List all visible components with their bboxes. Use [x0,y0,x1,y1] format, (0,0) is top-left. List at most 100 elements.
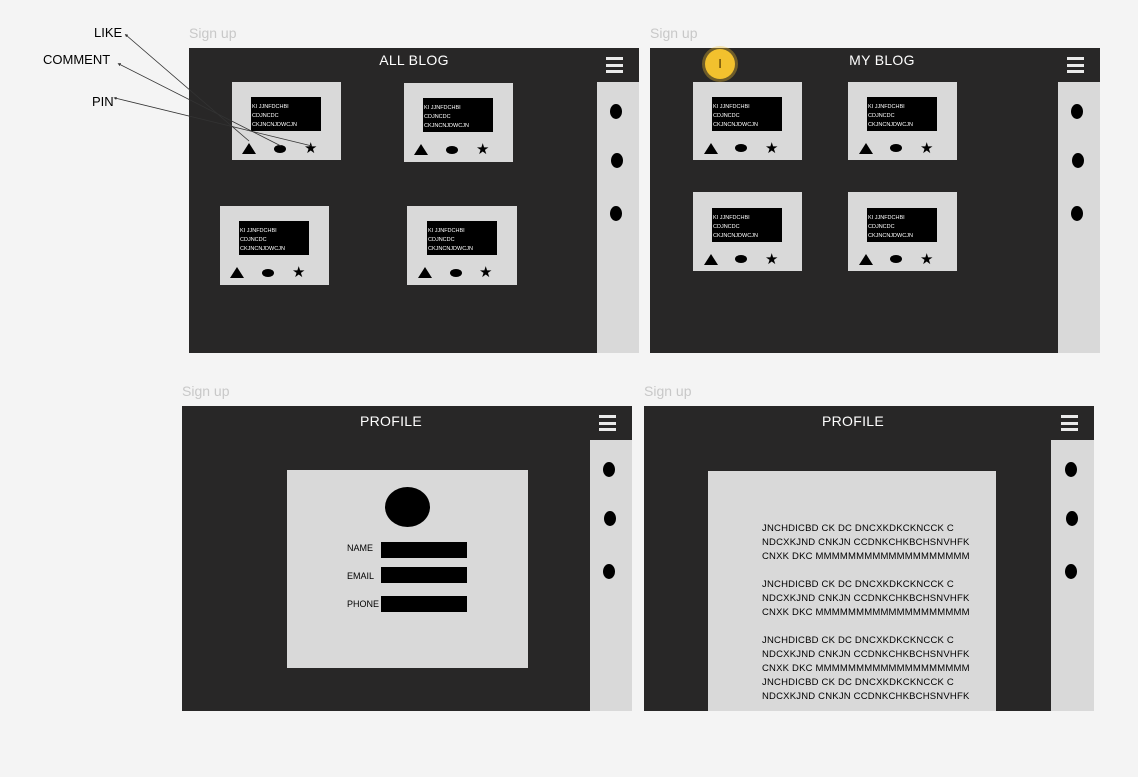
hamburger-menu-icon[interactable] [606,57,623,73]
blog-card[interactable]: KI JJNFDCHBI CDJNCDC CKJNCNJDWCJN ★ [693,82,802,160]
like-triangle-icon[interactable] [242,143,256,154]
blog-card[interactable]: KI JJNFDCHBI CDJNCDC CKJNCNJDWCJN ★ [848,192,957,271]
like-triangle-icon[interactable] [859,254,873,265]
blog-card[interactable]: KI JJNFDCHBI CDJNCDC CKJNCNJDWCJN ★ [693,192,802,271]
profile-text-line: NDCXKJND CNKJN CCDNKCHKBCHSNVHFK [762,593,970,604]
blog-card[interactable]: KI JJNFDCHBI CDJNCDC CKJNCNJDWCJN ★ [232,82,341,160]
email-field[interactable] [381,567,467,583]
comment-ellipse-icon[interactable] [446,146,458,154]
comment-ellipse-icon[interactable] [450,269,462,277]
blog-card[interactable]: KI JJNFDCHBI CDJNCDC CKJNCNJDWCJN ★ [407,206,517,285]
card-text-line: CDJNCDC [868,224,895,230]
annotation-comment: COMMENT [43,52,111,67]
card-text-line: KI JJNFDCHBI [240,228,277,234]
card-preview: KI JJNFDCHBI CDJNCDC CKJNCNJDWCJN [712,208,782,242]
name-label: NAME [347,543,374,553]
sidebar-dot-icon[interactable] [1065,564,1077,579]
sidebar-dot-icon[interactable] [1066,511,1078,526]
like-triangle-icon[interactable] [704,143,718,154]
sidebar-dot-icon[interactable] [1065,462,1077,477]
card-text-line: KI JJNFDCHBI [713,215,750,221]
profile-text-line: JNCHDICBD CK DC DNCXKDKCKNCCK C [762,677,954,688]
pin-star-icon[interactable]: ★ [920,141,933,156]
frame-my-blog: MY BLOG KI JJNFDCHBI CDJNCDC CKJNCNJDWCJ… [650,48,1100,353]
card-text-line: KI JJNFDCHBI [252,104,289,110]
profile-text-line: NDCXKJND CNKJN CCDNKCHKBCHSNVHFK [762,537,970,548]
comment-ellipse-icon[interactable] [735,144,747,152]
phone-field[interactable] [381,596,467,612]
sidebar-dot-icon[interactable] [1071,206,1083,221]
comment-ellipse-icon[interactable] [262,269,274,277]
frame-all-blog: ALL BLOG KI JJNFDCHBI CDJNCDC CKJNCNJDWC… [189,48,639,353]
card-preview: KI JJNFDCHBI CDJNCDC CKJNCNJDWCJN [427,221,497,255]
comment-ellipse-icon[interactable] [890,144,902,152]
card-preview: KI JJNFDCHBI CDJNCDC CKJNCNJDWCJN [251,97,321,131]
card-text-line: CDJNCDC [713,113,740,119]
card-text-line: CDJNCDC [240,237,267,243]
like-triangle-icon[interactable] [418,267,432,278]
comment-badge[interactable]: I [705,49,735,79]
sidebar-dot-icon[interactable] [610,104,622,119]
profile-text-line: CNXK DKC MMMMMMMMMMMMMMMMMMM [762,551,970,562]
card-preview: KI JJNFDCHBI CDJNCDC CKJNCNJDWCJN [867,97,937,131]
frame-label-my-blog: Sign up [650,25,698,41]
pin-star-icon[interactable]: ★ [479,265,492,280]
like-triangle-icon[interactable] [704,254,718,265]
sidebar-dot-icon[interactable] [1072,153,1084,168]
phone-label: PHONE [347,599,380,609]
pin-star-icon[interactable]: ★ [765,141,778,156]
hamburger-menu-icon[interactable] [1061,415,1078,431]
pin-star-icon[interactable]: ★ [765,252,778,267]
sidebar [1051,440,1094,711]
pin-star-icon[interactable]: ★ [476,142,489,157]
like-triangle-icon[interactable] [859,143,873,154]
sidebar-dot-icon[interactable] [611,153,623,168]
pin-star-icon[interactable]: ★ [304,141,317,156]
sidebar-dot-icon[interactable] [610,206,622,221]
comment-ellipse-icon[interactable] [890,255,902,263]
sidebar-dot-icon[interactable] [603,564,615,579]
annotation-pin: PIN [92,94,114,109]
card-text-line: CDJNCDC [428,237,455,243]
profile-text-line: NDCXKJND CNKJN CCDNKCHKBCHSNVHFK [762,691,970,702]
blog-card[interactable]: KI JJNFDCHBI CDJNCDC CKJNCNJDWCJN ★ [848,82,957,160]
card-text-line: KI JJNFDCHBI [868,104,905,110]
frame-label-profile-form: Sign up [182,383,230,399]
sidebar-dot-icon[interactable] [1071,104,1083,119]
like-triangle-icon[interactable] [414,144,428,155]
blog-card[interactable]: KI JJNFDCHBI CDJNCDC CKJNCNJDWCJN ★ [404,83,513,162]
comment-ellipse-icon[interactable] [274,145,286,153]
profile-text-line: JNCHDICBD CK DC DNCXKDKCKNCCK C [762,579,954,590]
like-triangle-icon[interactable] [230,267,244,278]
card-text-line: CDJNCDC [713,224,740,230]
profile-text-line: CNXK DKC MMMMMMMMMMMMMMMMMMM [762,663,970,674]
card-text-line: CDJNCDC [424,114,451,120]
pin-star-icon[interactable]: ★ [292,265,305,280]
profile-text-panel: JNCHDICBD CK DC DNCXKDKCKNCCK C NDCXKJND… [708,471,996,711]
sidebar-dot-icon[interactable] [603,462,615,477]
card-text-line: CKJNCNJDWCJN [713,233,758,239]
card-text-line: CKJNCNJDWCJN [428,246,473,252]
profile-form-panel: NAME EMAIL PHONE [287,470,528,668]
sidebar [590,440,632,711]
sidebar [1058,82,1100,353]
profile-text-line: CNXK DKC MMMMMMMMMMMMMMMMMMM [762,607,970,618]
name-field[interactable] [381,542,467,558]
frame-title-all-blog: ALL BLOG [379,52,449,68]
frame-title-profile-text: PROFILE [821,413,884,429]
hamburger-menu-icon[interactable] [1067,57,1084,73]
card-text-line: KI JJNFDCHBI [428,228,465,234]
pin-star-icon[interactable]: ★ [920,252,933,267]
hamburger-menu-icon[interactable] [599,415,616,431]
sidebar [597,82,639,353]
comment-ellipse-icon[interactable] [735,255,747,263]
card-text-line: KI JJNFDCHBI [868,215,905,221]
card-preview: KI JJNFDCHBI CDJNCDC CKJNCNJDWCJN [867,208,937,242]
avatar[interactable] [385,487,430,527]
frame-label-all-blog: Sign up [189,25,237,41]
frame-label-profile-text: Sign up [644,383,692,399]
profile-text-line: JNCHDICBD CK DC DNCXKDKCKNCCK C [762,523,954,534]
card-text-line: CDJNCDC [252,113,279,119]
blog-card[interactable]: KI JJNFDCHBI CDJNCDC CKJNCNJDWCJN ★ [220,206,329,285]
sidebar-dot-icon[interactable] [604,511,616,526]
